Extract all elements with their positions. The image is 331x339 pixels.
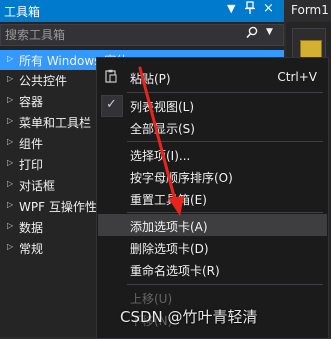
menu-item-label: 选择项(I)... xyxy=(130,149,191,163)
menu-item-label: 重置工具箱(E) xyxy=(130,193,207,207)
menu-item-label: 删除选项卡(D) xyxy=(130,242,209,256)
tab-label: 公共控件 xyxy=(19,74,68,88)
menu-item-label: 粘贴(P) xyxy=(130,72,171,86)
tab-label: 组件 xyxy=(19,137,44,151)
form1-tab[interactable]: Form1 xyxy=(286,0,331,22)
tab-label: 对话框 xyxy=(19,179,56,193)
menu-item-paste[interactable]: 粘贴(P) Ctrl+V xyxy=(98,66,327,88)
menu-separator xyxy=(127,284,323,285)
expand-arrow-icon[interactable]: ▷ xyxy=(7,54,13,63)
tab-label: 菜单和工具栏 xyxy=(19,116,92,130)
watermark: CSDN @竹叶青轻清 xyxy=(120,308,258,326)
tab-label: 打印 xyxy=(19,158,44,172)
expand-arrow-icon[interactable]: ▷ xyxy=(7,74,13,83)
menu-separator xyxy=(127,212,323,213)
menu-item-label: 重命名选项卡(R) xyxy=(130,264,220,278)
menu-item-delete-tab[interactable]: 删除选项卡(D) xyxy=(98,236,327,258)
menu-item-label: 全部显示(S) xyxy=(130,122,195,136)
tab-label: WPF 互操作性 xyxy=(19,200,97,214)
search-options-dropdown-icon[interactable]: ▼ xyxy=(266,27,273,37)
search-input[interactable] xyxy=(5,27,235,42)
expand-arrow-icon[interactable]: ▷ xyxy=(7,95,13,104)
menu-item-label: 上移(U) xyxy=(130,292,173,306)
expand-arrow-icon[interactable]: ▷ xyxy=(7,116,13,125)
pin-icon[interactable] xyxy=(244,1,256,19)
close-icon[interactable]: × xyxy=(263,1,274,16)
menu-item-sort-alphabetically[interactable]: 按字母顺序排序(O) xyxy=(98,165,327,187)
paste-icon xyxy=(104,69,118,87)
expand-arrow-icon[interactable]: ▷ xyxy=(7,221,13,230)
expand-arrow-icon[interactable]: ▷ xyxy=(7,137,13,146)
menu-item-show-all[interactable]: 全部显示(S) xyxy=(98,116,327,138)
expand-arrow-icon[interactable]: ▷ xyxy=(7,179,13,188)
expand-arrow-icon[interactable]: ▷ xyxy=(7,158,13,167)
search-box[interactable]: ▼ xyxy=(0,24,284,46)
menu-item-shortcut: Ctrl+V xyxy=(277,70,317,84)
toolbox-title-bar: 工具箱 ▼ × xyxy=(0,0,284,22)
menu-item-label: 列表视图(L) xyxy=(130,100,195,114)
menu-item-list-view[interactable]: ✓ 列表视图(L) xyxy=(98,94,327,117)
expand-arrow-icon[interactable]: ▷ xyxy=(7,242,13,251)
context-menu: 粘贴(P) Ctrl+V ✓ 列表视图(L) 全部显示(S) 选择项(I)...… xyxy=(96,57,329,339)
tab-label: 常规 xyxy=(19,242,44,256)
window-position-dropdown-icon[interactable]: ▼ xyxy=(227,2,235,15)
menu-separator xyxy=(127,92,323,93)
form1-tab-label: Form1 xyxy=(291,3,329,17)
tab-label: 容器 xyxy=(19,95,44,109)
menu-separator xyxy=(127,141,323,142)
menu-item-rename-tab[interactable]: 重命名选项卡(R) xyxy=(98,258,327,280)
menu-item-reset-toolbox[interactable]: 重置工具箱(E) xyxy=(98,187,327,209)
menu-item-choose-items[interactable]: 选择项(I)... xyxy=(98,143,327,165)
menu-item-move-up: 上移(U) xyxy=(98,286,327,308)
search-icon[interactable] xyxy=(246,26,258,43)
toolbox-title: 工具箱 xyxy=(4,5,41,19)
menu-item-label: 添加选项卡(A) xyxy=(130,220,208,234)
expand-arrow-icon[interactable]: ▷ xyxy=(7,200,13,209)
menu-item-add-tab[interactable]: 添加选项卡(A) xyxy=(98,214,327,236)
tab-label: 数据 xyxy=(19,221,44,235)
menu-item-label: 按字母顺序排序(O) xyxy=(130,171,233,185)
checkmark-icon: ✓ xyxy=(106,97,117,112)
